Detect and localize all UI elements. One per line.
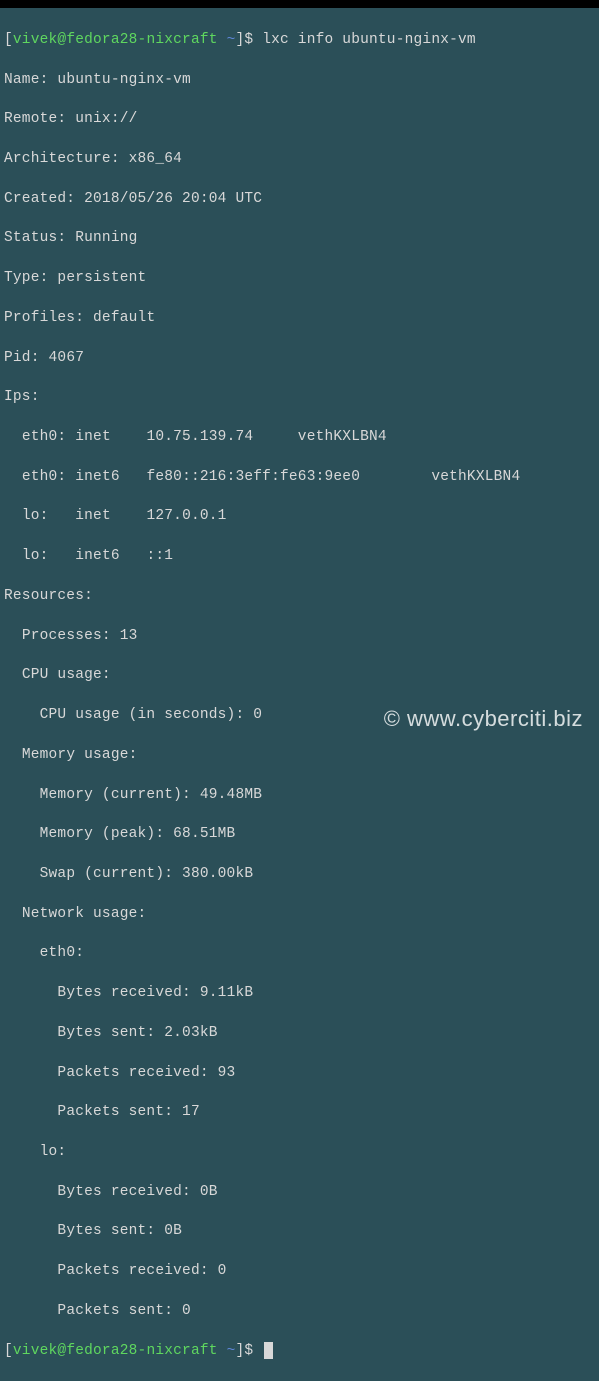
info-architecture: Architecture: x86_64 — [4, 150, 595, 170]
prompt-line-2[interactable]: [vivek@fedora28-nixcraft ~]$ — [4, 1342, 595, 1362]
eth0-bytes-sent: Bytes sent: 2.03kB — [4, 1024, 595, 1044]
info-status: Status: Running — [4, 229, 595, 249]
ips-header: Ips: — [4, 388, 595, 408]
cpu-usage-header: CPU usage: — [4, 666, 595, 686]
network-usage-header: Network usage: — [4, 905, 595, 925]
processes-line: Processes: 13 — [4, 627, 595, 647]
prompt-line-1: [vivek@fedora28-nixcraft ~]$ lxc info ub… — [4, 31, 595, 51]
lo-header: lo: — [4, 1143, 595, 1163]
ip-row-1: eth0: inet6 fe80::216:3eff:fe63:9ee0 vet… — [4, 468, 595, 488]
lo-packets-sent: Packets sent: 0 — [4, 1302, 595, 1322]
prompt-symbol: $ — [244, 32, 253, 48]
watermark-text: © www.cyberciti.biz — [384, 704, 583, 734]
lo-bytes-received: Bytes received: 0B — [4, 1183, 595, 1203]
info-created: Created: 2018/05/26 20:04 UTC — [4, 190, 595, 210]
prompt-user: vivek — [13, 32, 58, 48]
lo-bytes-sent: Bytes sent: 0B — [4, 1222, 595, 1242]
memory-current: Memory (current): 49.48MB — [4, 786, 595, 806]
swap-current: Swap (current): 380.00kB — [4, 865, 595, 885]
info-remote: Remote: unix:// — [4, 110, 595, 130]
info-type: Type: persistent — [4, 269, 595, 289]
memory-peak: Memory (peak): 68.51MB — [4, 825, 595, 845]
eth0-bytes-received: Bytes received: 9.11kB — [4, 984, 595, 1004]
ip-row-2: lo: inet 127.0.0.1 — [4, 507, 595, 527]
eth0-header: eth0: — [4, 944, 595, 964]
prompt-host: fedora28-nixcraft — [66, 32, 217, 48]
memory-usage-header: Memory usage: — [4, 746, 595, 766]
resources-header: Resources: — [4, 587, 595, 607]
eth0-packets-sent: Packets sent: 17 — [4, 1103, 595, 1123]
terminal-output: [vivek@fedora28-nixcraft ~]$ lxc info ub… — [4, 11, 595, 1381]
ip-row-3: lo: inet6 ::1 — [4, 547, 595, 567]
info-name: Name: ubuntu-nginx-vm — [4, 71, 595, 91]
ip-row-0: eth0: inet 10.75.139.74 vethKXLBN4 — [4, 428, 595, 448]
command-text: lxc info ubuntu-nginx-vm — [262, 32, 476, 48]
info-profiles: Profiles: default — [4, 309, 595, 329]
cursor-icon — [264, 1342, 273, 1359]
lo-packets-received: Packets received: 0 — [4, 1262, 595, 1282]
eth0-packets-received: Packets received: 93 — [4, 1064, 595, 1084]
info-pid: Pid: 4067 — [4, 349, 595, 369]
